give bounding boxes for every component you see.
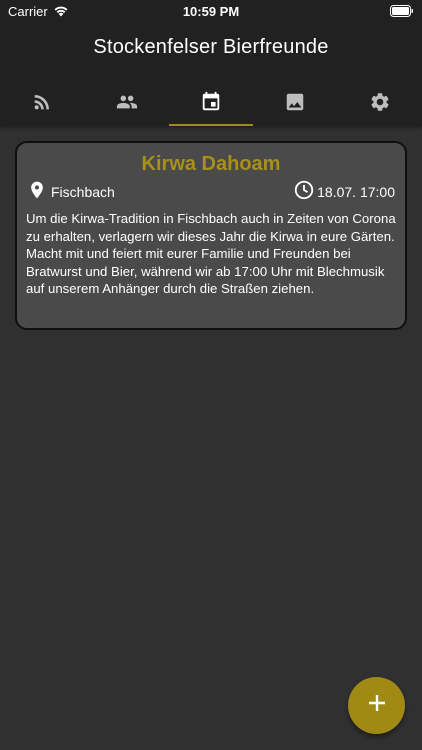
status-bar: Carrier 10:59 PM xyxy=(0,0,422,22)
tab-events[interactable] xyxy=(168,82,254,126)
active-tab-indicator xyxy=(168,124,254,126)
people-icon xyxy=(116,91,138,118)
rss-feed-icon xyxy=(31,91,53,118)
event-card[interactable]: Kirwa Dahoam Fischbach 18.07. 17:00 Um d… xyxy=(15,141,407,330)
event-description: Um die Kirwa-Tradition in Fischbach auch… xyxy=(26,211,396,296)
event-location-label: Fischbach xyxy=(51,183,115,200)
event-datetime-label: 18.07. 17:00 xyxy=(317,183,395,200)
event-title: Kirwa Dahoam xyxy=(141,153,281,175)
status-time: 10:59 PM xyxy=(182,4,240,19)
battery-icon xyxy=(390,5,414,17)
gear-icon xyxy=(369,91,391,118)
event-location: Fischbach xyxy=(27,179,115,204)
plus-icon xyxy=(367,693,387,718)
tab-members[interactable] xyxy=(84,82,168,126)
clock-icon xyxy=(293,179,317,204)
calendar-icon xyxy=(200,91,222,118)
image-icon xyxy=(284,91,306,118)
location-pin-icon xyxy=(27,179,51,204)
app-bar: Stockenfelser Bierfreunde xyxy=(0,22,422,126)
tab-feed[interactable] xyxy=(0,82,84,126)
event-datetime: 18.07. 17:00 xyxy=(293,179,395,204)
tab-bar xyxy=(0,82,422,126)
add-event-button[interactable] xyxy=(348,677,405,734)
tab-settings[interactable] xyxy=(338,82,422,126)
tab-gallery[interactable] xyxy=(253,82,337,126)
app-title: Stockenfelser Bierfreunde xyxy=(93,36,329,58)
